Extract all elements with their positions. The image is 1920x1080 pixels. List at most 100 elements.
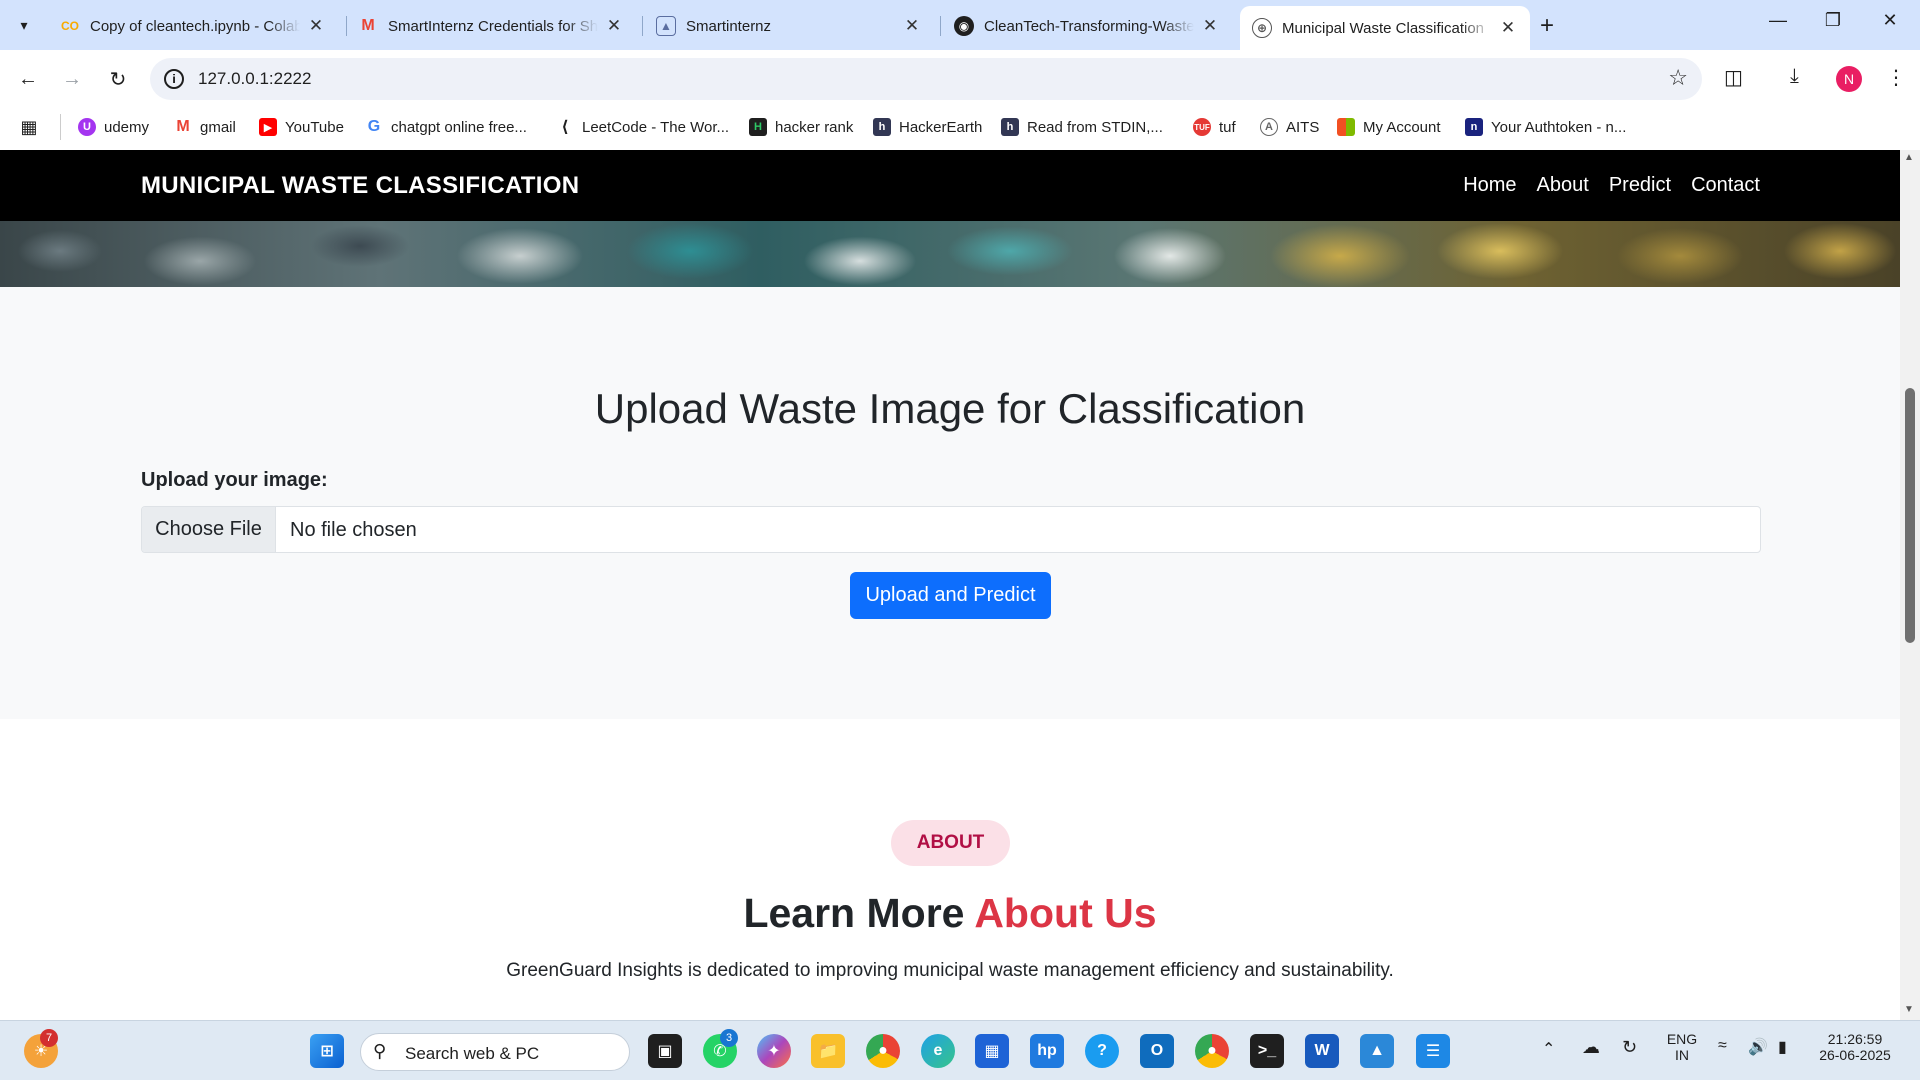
terminal-icon[interactable]: >_ bbox=[1250, 1034, 1284, 1068]
language-indicator[interactable]: ENG IN bbox=[1662, 1031, 1702, 1063]
nav-link-about[interactable]: About bbox=[1537, 174, 1589, 197]
address-url[interactable]: 127.0.0.1:2222 bbox=[198, 69, 311, 89]
gmail-icon: M bbox=[361, 17, 375, 34]
github-icon: ◉ bbox=[954, 16, 974, 36]
extensions-icon[interactable]: ◫ bbox=[1724, 65, 1743, 90]
nav-link-home[interactable]: Home bbox=[1463, 174, 1516, 197]
site-brand[interactable]: MUNICIPAL WASTE CLASSIFICATION bbox=[141, 172, 579, 200]
bookmark-tuf[interactable]: TUF tuf bbox=[1193, 118, 1236, 136]
download-icon[interactable]: ⤓ bbox=[1790, 65, 1799, 88]
bookmark-hackerearth[interactable]: h HackerEarth bbox=[873, 118, 982, 136]
bookmark-read-stdin[interactable]: h Read from STDIN,... bbox=[1001, 118, 1163, 136]
myhp-icon[interactable]: hp bbox=[1030, 1034, 1064, 1068]
file-input[interactable]: Choose File No file chosen bbox=[141, 506, 1761, 553]
bookmark-chatgpt[interactable]: G chatgpt online free... bbox=[365, 118, 527, 136]
reload-icon: ↻ bbox=[109, 68, 127, 91]
gmail-icon: M bbox=[176, 118, 190, 135]
back-button[interactable]: ← bbox=[12, 63, 44, 95]
address-bar[interactable]: i 127.0.0.1:2222 ☆ bbox=[150, 58, 1702, 100]
tab-title: Copy of cleantech.ipynb - Colab bbox=[90, 17, 300, 35]
restore-button[interactable]: ❐ bbox=[1813, 10, 1853, 31]
sync-icon[interactable]: ↻ bbox=[1622, 1037, 1637, 1058]
tab-title: Smartinternz bbox=[686, 17, 772, 35]
page-scrollbar[interactable]: ▲ ▼ bbox=[1900, 150, 1920, 1020]
close-icon[interactable]: ✕ bbox=[1200, 16, 1220, 36]
menu-kebab-icon[interactable]: ⋮ bbox=[1886, 65, 1906, 90]
hero-waste-image bbox=[0, 221, 1900, 287]
scrollbar-thumb[interactable] bbox=[1905, 388, 1915, 643]
chrome-profile-icon[interactable]: ● bbox=[1195, 1034, 1229, 1068]
tab-colab[interactable]: CO Copy of cleantech.ipynb - Colab ✕ bbox=[48, 8, 338, 44]
site-info-icon[interactable]: i bbox=[164, 69, 184, 89]
tab-gmail[interactable]: M SmartInternz Credentials for Sh... ✕ bbox=[346, 8, 636, 44]
search-icon: ⚲ bbox=[373, 1041, 387, 1061]
notepad-icon[interactable]: ☰ bbox=[1416, 1034, 1450, 1068]
scroll-up-icon[interactable]: ▲ bbox=[1904, 152, 1914, 163]
tab-title: CleanTech-Transforming-Waste... bbox=[984, 17, 1194, 35]
file-status: No file chosen bbox=[290, 519, 417, 541]
bookmark-label: HackerEarth bbox=[899, 118, 983, 136]
scroll-down-icon[interactable]: ▼ bbox=[1904, 1004, 1914, 1015]
choose-file-button[interactable]: Choose File bbox=[142, 507, 276, 552]
close-icon[interactable]: ✕ bbox=[902, 16, 922, 36]
arrow-left-icon: ← bbox=[18, 67, 38, 90]
arrow-right-icon: → bbox=[62, 67, 82, 90]
bookmark-aits[interactable]: A AITS bbox=[1260, 118, 1319, 136]
word-icon[interactable]: W bbox=[1305, 1034, 1339, 1068]
bookmark-youtube[interactable]: ▶ YouTube bbox=[259, 118, 344, 136]
clock[interactable]: 21:26:59 26-06-2025 bbox=[1812, 1031, 1898, 1063]
photos-icon[interactable]: ▲ bbox=[1360, 1034, 1394, 1068]
chrome-icon[interactable]: ● bbox=[866, 1034, 900, 1068]
bookmark-gmail[interactable]: M gmail bbox=[174, 118, 236, 136]
tray-chevron-up-icon[interactable]: ⌃ bbox=[1542, 1039, 1555, 1059]
youtube-icon: ▶ bbox=[259, 118, 277, 136]
close-icon[interactable]: ✕ bbox=[604, 16, 624, 36]
help-icon[interactable]: ? bbox=[1085, 1034, 1119, 1068]
wifi-icon[interactable]: ≈ bbox=[1718, 1037, 1727, 1055]
clock-time: 21:26:59 bbox=[1827, 1031, 1883, 1047]
tab-separator bbox=[940, 16, 941, 36]
taskbar-search[interactable]: ⚲ Search web & PC bbox=[360, 1033, 630, 1071]
about-heading-main: Learn More bbox=[743, 890, 975, 936]
apps-grid-button[interactable]: ▦ bbox=[20, 117, 46, 137]
microsoft-icon bbox=[1337, 118, 1355, 136]
onedrive-icon[interactable]: ☁ bbox=[1582, 1037, 1600, 1058]
tab-smartinternz[interactable]: ▲ Smartinternz ✕ bbox=[644, 8, 934, 44]
nav-link-predict[interactable]: Predict bbox=[1609, 174, 1671, 197]
edge-icon[interactable]: e bbox=[921, 1034, 955, 1068]
bookmark-hackerrank[interactable]: H hacker rank bbox=[749, 118, 853, 136]
about-heading-accent: About Us bbox=[974, 890, 1157, 936]
nav-link-contact[interactable]: Contact bbox=[1691, 174, 1760, 197]
reload-button[interactable]: ↻ bbox=[102, 63, 134, 95]
bookmark-star-icon[interactable]: ☆ bbox=[1668, 65, 1688, 91]
close-icon[interactable]: ✕ bbox=[1498, 18, 1518, 38]
tab-strip: ▾ CO Copy of cleantech.ipynb - Colab ✕ M… bbox=[0, 0, 1920, 50]
bookmark-leetcode[interactable]: ⟨ LeetCode - The Wor... bbox=[556, 118, 729, 137]
close-icon[interactable]: ✕ bbox=[306, 16, 326, 36]
task-view-icon[interactable]: ▣ bbox=[648, 1034, 682, 1068]
widgets-badge: 7 bbox=[40, 1029, 58, 1047]
forward-button[interactable]: → bbox=[56, 63, 88, 95]
minimize-button[interactable]: — bbox=[1758, 10, 1798, 31]
new-tab-button[interactable]: + bbox=[1540, 12, 1554, 40]
about-heading: Learn More About Us bbox=[0, 890, 1900, 937]
window-close-button[interactable]: ✕ bbox=[1870, 10, 1910, 31]
copilot-icon[interactable]: ✦ bbox=[757, 1034, 791, 1068]
tab-municipal-waste[interactable]: ⊕ Municipal Waste Classification ✕ bbox=[1240, 6, 1530, 50]
tab-search-button[interactable]: ▾ bbox=[8, 10, 40, 40]
bookmark-my-account[interactable]: My Account bbox=[1337, 118, 1441, 136]
upload-and-predict-button[interactable]: Upload and Predict bbox=[850, 572, 1051, 619]
tab-title: Municipal Waste Classification bbox=[1282, 19, 1485, 37]
region-code: IN bbox=[1675, 1047, 1689, 1063]
tab-github[interactable]: ◉ CleanTech-Transforming-Waste... ✕ bbox=[942, 8, 1232, 44]
battery-icon[interactable]: ▮ bbox=[1778, 1037, 1787, 1057]
volume-icon[interactable]: 🔊 bbox=[1748, 1037, 1768, 1057]
bookmark-udemy[interactable]: U udemy bbox=[78, 118, 149, 136]
bookmark-authtoken[interactable]: n Your Authtoken - n... bbox=[1465, 118, 1626, 136]
file-explorer-icon[interactable]: 📁 bbox=[811, 1034, 845, 1068]
bookmark-label: chatgpt online free... bbox=[391, 118, 527, 136]
profile-avatar[interactable]: N bbox=[1836, 66, 1862, 92]
store-icon[interactable]: ▦ bbox=[975, 1034, 1009, 1068]
outlook-icon[interactable]: O bbox=[1140, 1034, 1174, 1068]
windows-start-icon[interactable]: ⊞ bbox=[310, 1034, 344, 1068]
